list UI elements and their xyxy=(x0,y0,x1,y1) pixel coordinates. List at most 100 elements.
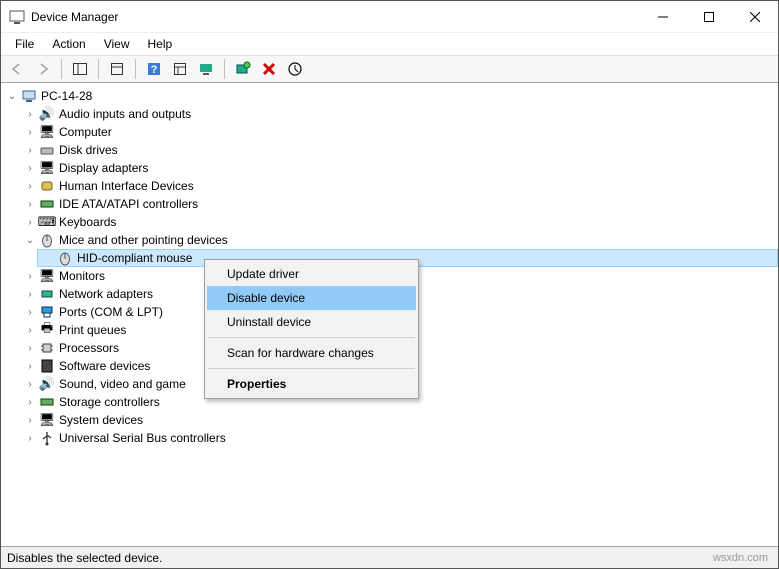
software-icon xyxy=(39,358,55,374)
statusbar: Disables the selected device. wsxdn.com xyxy=(1,546,778,568)
tree-label: Ports (COM & LPT) xyxy=(59,305,163,319)
ctx-scan-hardware[interactable]: Scan for hardware changes xyxy=(207,341,416,365)
keyboard-icon: ⌨ xyxy=(39,214,55,230)
device-tree-pane[interactable]: ⌄ PC-14-28 ›🔊Audio inputs and outputs ›🖥… xyxy=(1,83,778,546)
tree-node-mice[interactable]: ⌄ Mice and other pointing devices xyxy=(19,231,778,249)
expand-icon[interactable]: › xyxy=(23,215,37,229)
help-button[interactable]: ? xyxy=(142,58,166,81)
speaker-icon: 🔊 xyxy=(39,106,55,122)
ctx-update-driver[interactable]: Update driver xyxy=(207,262,416,286)
forward-button[interactable] xyxy=(31,58,55,81)
expand-icon[interactable]: › xyxy=(23,179,37,193)
expand-icon[interactable]: › xyxy=(23,197,37,211)
ctx-properties[interactable]: Properties xyxy=(207,372,416,396)
usb-icon xyxy=(39,430,55,446)
tree-label: Audio inputs and outputs xyxy=(59,107,191,121)
tree-node-ide[interactable]: › IDE ATA/ATAPI controllers xyxy=(19,195,778,213)
tree-label: Display adapters xyxy=(59,161,148,175)
expand-icon[interactable]: › xyxy=(23,161,37,175)
watermark: wsxdn.com xyxy=(713,552,772,564)
menu-file[interactable]: File xyxy=(7,35,42,53)
back-button[interactable] xyxy=(5,58,29,81)
cpu-icon xyxy=(39,340,55,356)
tree-label: IDE ATA/ATAPI controllers xyxy=(59,197,198,211)
expand-icon[interactable]: › xyxy=(23,125,37,139)
printer-icon: 🖶 xyxy=(39,322,55,338)
collapse-icon[interactable]: ⌄ xyxy=(5,89,19,103)
tree-label: Network adapters xyxy=(59,287,153,301)
storage-icon xyxy=(39,394,55,410)
computer-icon xyxy=(21,88,37,104)
tree-label: Universal Serial Bus controllers xyxy=(59,431,226,445)
mouse-icon xyxy=(39,232,55,248)
expand-icon[interactable]: › xyxy=(23,143,37,157)
tree-node-keyboards[interactable]: ›⌨Keyboards xyxy=(19,213,778,231)
tree-label: Monitors xyxy=(59,269,105,283)
maximize-button[interactable] xyxy=(686,1,732,32)
toolbar-separator xyxy=(98,59,99,79)
menu-action[interactable]: Action xyxy=(44,35,93,53)
collapse-icon[interactable]: ⌄ xyxy=(23,233,37,247)
mouse-icon xyxy=(57,250,73,266)
tree-node-display[interactable]: ›🖥Display adapters xyxy=(19,159,778,177)
window-title: Device Manager xyxy=(31,10,640,24)
menu-view[interactable]: View xyxy=(96,35,138,53)
tree-label: Print queues xyxy=(59,323,126,337)
toolbar-separator xyxy=(135,59,136,79)
svg-text:?: ? xyxy=(151,64,158,76)
tree-node-disk[interactable]: › Disk drives xyxy=(19,141,778,159)
expand-icon[interactable]: › xyxy=(23,287,37,301)
show-hide-tree-button[interactable] xyxy=(68,58,92,81)
menu-help[interactable]: Help xyxy=(140,35,181,53)
ctx-disable-device[interactable]: Disable device xyxy=(207,286,416,310)
expand-icon[interactable]: › xyxy=(23,395,37,409)
toolbar-separator xyxy=(224,59,225,79)
ctx-uninstall-device[interactable]: Uninstall device xyxy=(207,310,416,334)
scan-hardware-button[interactable] xyxy=(231,58,255,81)
minimize-button[interactable] xyxy=(640,1,686,32)
disk-icon xyxy=(39,142,55,158)
status-text: Disables the selected device. xyxy=(7,551,162,565)
menubar: File Action View Help xyxy=(1,33,778,55)
close-button[interactable] xyxy=(732,1,778,32)
ide-icon xyxy=(39,196,55,212)
tree-label: PC-14-28 xyxy=(41,89,92,103)
expand-icon[interactable]: › xyxy=(23,107,37,121)
tree-node-computer[interactable]: ›🖥 Computer xyxy=(19,123,778,141)
monitor-button[interactable] xyxy=(194,58,218,81)
tree-label: Processors xyxy=(59,341,119,355)
expand-icon[interactable]: › xyxy=(23,359,37,373)
network-icon xyxy=(39,286,55,302)
expand-icon[interactable]: › xyxy=(23,323,37,337)
tree-root[interactable]: ⌄ PC-14-28 xyxy=(1,87,778,105)
toolbar: ? xyxy=(1,55,778,83)
uninstall-button[interactable] xyxy=(257,58,281,81)
tree-label: Mice and other pointing devices xyxy=(59,233,228,247)
expand-icon[interactable]: › xyxy=(23,431,37,445)
disable-device-button[interactable] xyxy=(283,58,307,81)
tree-node-usb[interactable]: › Universal Serial Bus controllers xyxy=(19,429,778,447)
expand-icon[interactable]: › xyxy=(23,341,37,355)
hid-icon xyxy=(39,178,55,194)
properties-toolbar-button[interactable] xyxy=(105,58,129,81)
tree-label: System devices xyxy=(59,413,143,427)
tree-label: HID-compliant mouse xyxy=(77,251,192,265)
tree-label: Disk drives xyxy=(59,143,118,157)
expand-icon[interactable]: › xyxy=(23,269,37,283)
app-icon xyxy=(9,9,25,25)
sound-icon: 🔊 xyxy=(39,376,55,392)
computer-icon: 🖥 xyxy=(39,124,55,140)
expand-icon[interactable]: › xyxy=(23,377,37,391)
toolbar-separator xyxy=(61,59,62,79)
expand-placeholder xyxy=(41,251,55,265)
ctx-separator xyxy=(208,337,415,338)
action-button[interactable] xyxy=(168,58,192,81)
tree-label: Human Interface Devices xyxy=(59,179,194,193)
tree-label: Computer xyxy=(59,125,112,139)
expand-icon[interactable]: › xyxy=(23,305,37,319)
expand-icon[interactable]: › xyxy=(23,413,37,427)
tree-node-system[interactable]: ›🖥System devices xyxy=(19,411,778,429)
monitor-icon: 🖥 xyxy=(39,268,55,284)
tree-node-audio[interactable]: ›🔊 Audio inputs and outputs xyxy=(19,105,778,123)
tree-node-hid[interactable]: › Human Interface Devices xyxy=(19,177,778,195)
